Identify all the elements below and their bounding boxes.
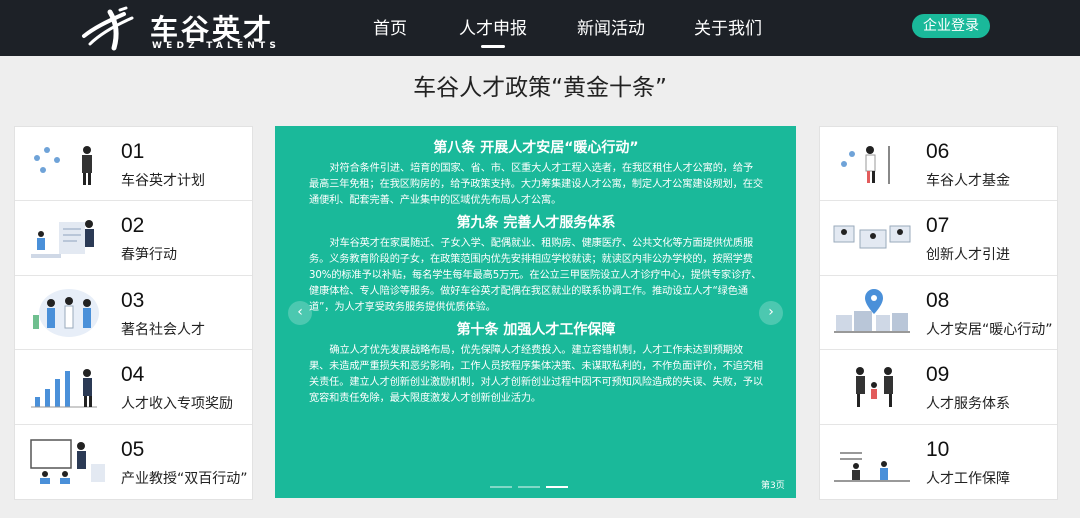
top-header: 车谷英才 WEDZ TALENTS 首页 人才申报 新闻活动 关于我们 企业登录 <box>0 0 1080 56</box>
slide-section-title: 第九条 完善人才服务体系 <box>456 215 616 231</box>
slide-content: 第八条 开展人才安居“暖心行动” 对符合条件引进、培育的国家、省、市、区重大人才… <box>309 134 763 410</box>
slide-prev-button[interactable]: ‹ <box>288 301 312 325</box>
policy-card-03[interactable]: 03 著名社会人才 <box>15 276 252 351</box>
card-label: 人才安居“暖心行动” <box>926 321 1053 338</box>
policy-card-01[interactable]: 01 车谷英才计划 <box>15 127 252 202</box>
page-title: 车谷人才政策“黄金十条” <box>413 75 667 101</box>
left-policy-list: 01 车谷英才计划 02 春笋行动 03 著名社会人才 04 人才收入专项奖励 … <box>14 126 253 500</box>
work-guarantee-illustration-icon <box>834 451 910 482</box>
spring-bamboo-illustration-icon <box>31 220 94 259</box>
slide-next-button[interactable]: › <box>759 301 783 325</box>
card-label: 著名社会人才 <box>121 321 205 338</box>
housing-location-illustration-icon <box>834 288 910 333</box>
family-service-illustration-icon <box>856 367 893 408</box>
card-number: 02 <box>121 214 145 238</box>
card-label: 产业教授“双百行动” <box>121 470 248 487</box>
card-label: 创新人才引进 <box>926 247 1010 264</box>
card-label: 人才收入专项奖励 <box>121 396 233 413</box>
chevron-left-icon: ‹ <box>297 304 303 320</box>
site-logo[interactable]: 车谷英才 WEDZ TALENTS <box>80 4 300 54</box>
slide-section-title: 第十条 加强人才工作保障 <box>456 322 616 338</box>
enterprise-login-button[interactable]: 企业登录 <box>912 14 990 38</box>
card-label: 车谷人才基金 <box>926 173 1010 189</box>
card-number: 10 <box>926 437 950 461</box>
policy-slide-panel: 第八条 开展人才安居“暖心行动” 对符合条件引进、培育的国家、省、市、区重大人才… <box>275 126 796 498</box>
right-policy-list: 06 车谷人才基金 07 创新人才引进 08 人才安居“暖心行动” 09 人才服… <box>819 126 1058 500</box>
slide-dot-2[interactable] <box>518 486 540 488</box>
policy-card-06[interactable]: 06 车谷人才基金 <box>820 127 1057 202</box>
nav-about-us[interactable]: 关于我们 <box>694 14 762 39</box>
slide-section-text: 对符合条件引进、培育的国家、省、市、区重大人才工程入选者，在我区租住人才公寓的，… <box>309 163 763 206</box>
slide-dot-1[interactable] <box>490 486 512 488</box>
slide-dot-3[interactable] <box>546 486 568 488</box>
talent-introduction-illustration-icon <box>833 225 911 249</box>
slide-page-number: 第3页 <box>761 481 785 491</box>
policy-card-04[interactable]: 04 人才收入专项奖励 <box>15 350 252 425</box>
slide-pagination <box>490 486 568 488</box>
card-number: 04 <box>121 363 145 387</box>
card-number: 08 <box>926 288 950 312</box>
slide-section-title: 第八条 开展人才安居“暖心行动” <box>433 140 639 156</box>
policy-card-10[interactable]: 10 人才工作保障 <box>820 425 1057 499</box>
card-number: 09 <box>926 363 950 387</box>
card-label: 人才服务体系 <box>926 396 1010 413</box>
policy-card-02[interactable]: 02 春笋行动 <box>15 201 252 276</box>
nav-talent-application[interactable]: 人才申报 <box>459 14 527 48</box>
talent-fund-illustration-icon <box>841 146 890 184</box>
logo-english-text: WEDZ TALENTS <box>152 41 281 51</box>
card-number: 03 <box>121 288 145 312</box>
nav-news-events[interactable]: 新闻活动 <box>577 14 645 39</box>
card-label: 车谷英才计划 <box>121 173 205 189</box>
social-talent-illustration-icon <box>33 288 99 337</box>
talent-plan-illustration-icon <box>34 146 92 185</box>
policy-card-08[interactable]: 08 人才安居“暖心行动” <box>820 276 1057 351</box>
policy-card-05[interactable]: 05 产业教授“双百行动” <box>15 425 252 499</box>
card-number: 06 <box>926 140 950 163</box>
slide-section-text: 对车谷英才在家属随迁、子女入学、配偶就业、租购房、健康医疗、公共文化等方面提供优… <box>309 238 762 313</box>
slide-section-text: 确立人才优先发展战略布局，优先保障人才经费投入。建立容错机制，人才工作未达到预期… <box>309 345 763 404</box>
chevron-right-icon: › <box>768 304 774 320</box>
card-number: 01 <box>121 140 145 163</box>
income-reward-chart-icon <box>31 369 97 408</box>
card-label: 人才工作保障 <box>926 470 1010 487</box>
card-number: 05 <box>121 437 145 461</box>
card-number: 07 <box>926 214 950 238</box>
logo-mark-icon <box>82 6 134 51</box>
policy-card-07[interactable]: 07 创新人才引进 <box>820 201 1057 276</box>
policy-card-09[interactable]: 09 人才服务体系 <box>820 350 1057 425</box>
card-label: 春笋行动 <box>121 247 177 264</box>
nav-home[interactable]: 首页 <box>373 14 407 39</box>
industry-professor-illustration-icon <box>30 438 105 484</box>
